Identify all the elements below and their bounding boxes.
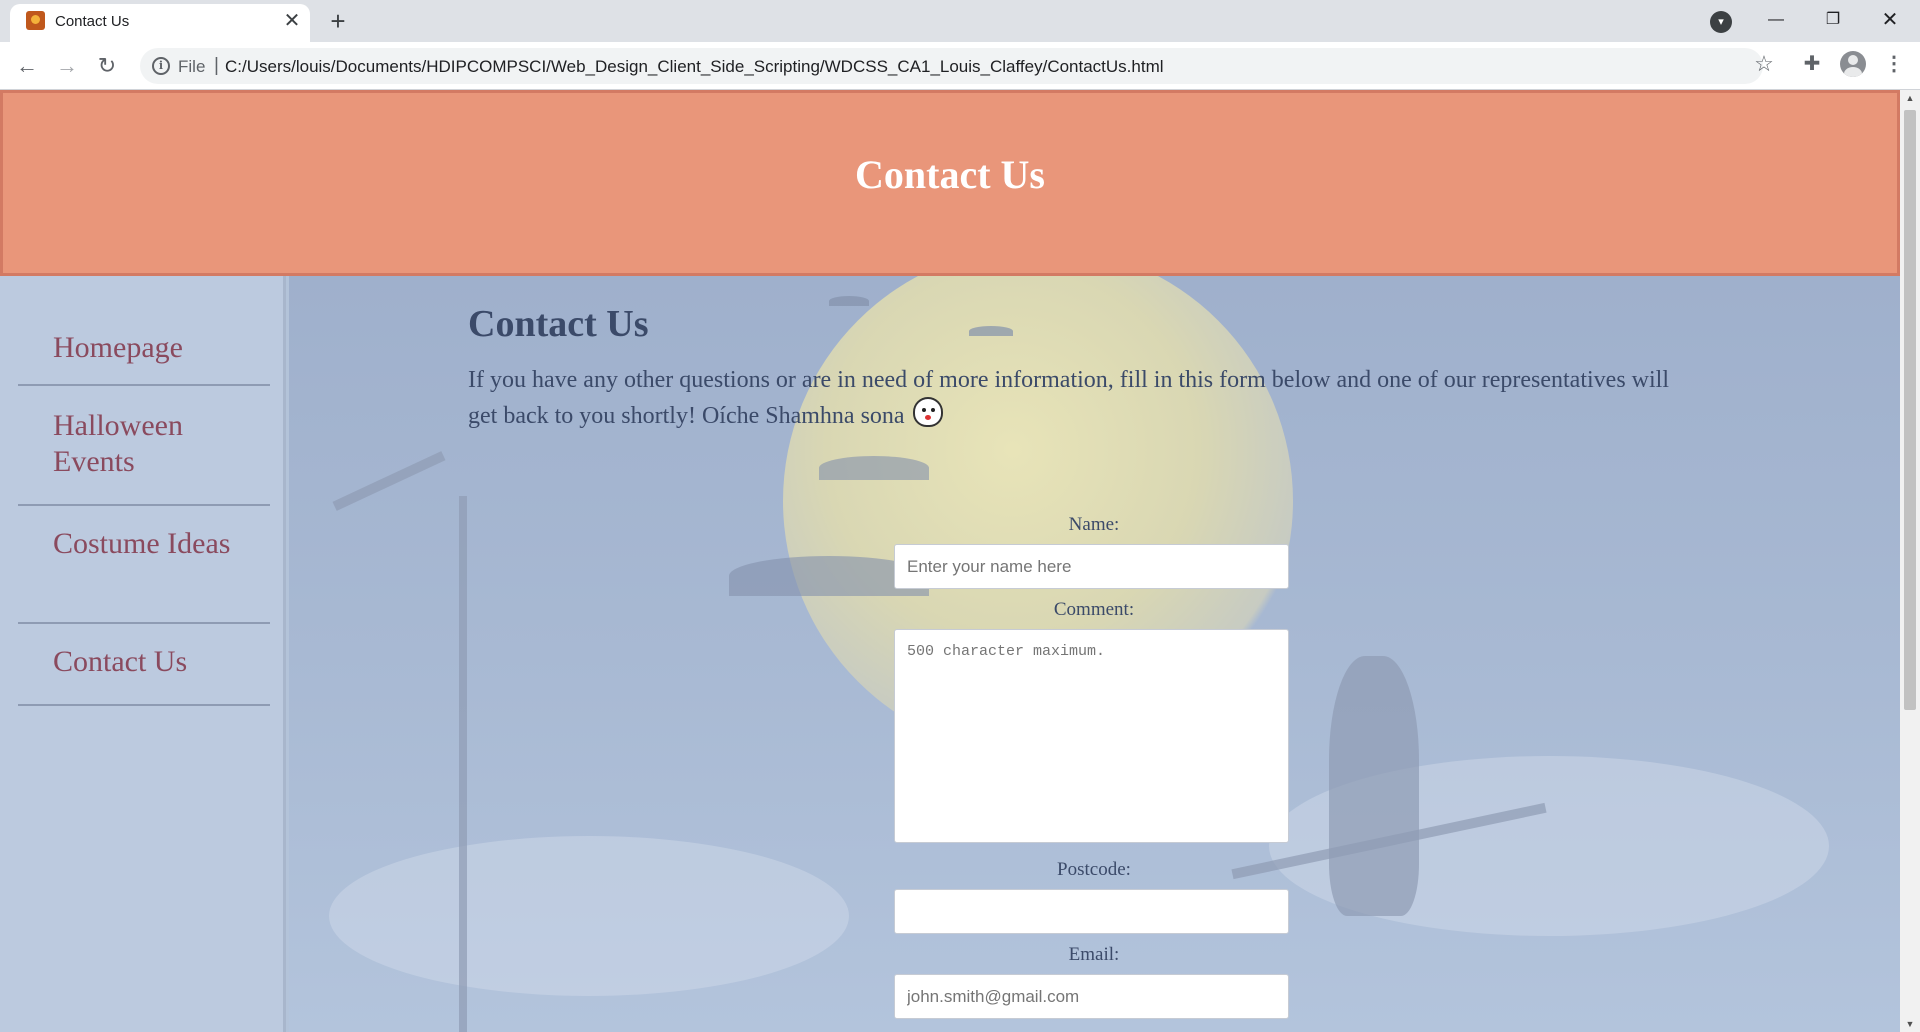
intro-text: If you have any other questions or are i… xyxy=(468,367,1669,429)
close-window-button[interactable]: ✕ xyxy=(1862,0,1918,40)
postcode-label: Postcode: xyxy=(1057,859,1131,880)
name-input[interactable] xyxy=(894,544,1289,589)
tab-search-icon[interactable]: ▾ xyxy=(1710,11,1732,33)
scroll-thumb[interactable] xyxy=(1904,110,1916,710)
url-text[interactable]: C:/Users/louis/Documents/HDIPCOMPSCI/Web… xyxy=(225,57,1164,77)
sidebar-item-costume-ideas[interactable]: Costume Ideas xyxy=(18,506,270,624)
scroll-down-arrow-icon[interactable]: ▼ xyxy=(1900,1016,1920,1032)
sidebar-item-homepage[interactable]: Homepage xyxy=(18,314,270,386)
page-viewport: Contact Us Homepage Halloween Events Cos… xyxy=(0,90,1900,1032)
cloud-decoration xyxy=(329,836,849,996)
bat-silhouette xyxy=(969,326,1013,336)
info-icon[interactable]: i xyxy=(152,57,170,75)
email-input[interactable] xyxy=(894,974,1289,1019)
sidebar-item-halloween-events[interactable]: Halloween Events xyxy=(18,388,270,506)
close-tab-icon[interactable]: ✕ xyxy=(282,11,302,31)
scroll-up-arrow-icon[interactable]: ▲ xyxy=(1900,90,1920,106)
witch-silhouette xyxy=(1329,656,1419,916)
comment-textarea[interactable] xyxy=(894,629,1289,843)
main-content: Contact Us If you have any other questio… xyxy=(289,276,1900,1032)
name-label: Name: xyxy=(1068,514,1120,535)
page-header: Contact Us xyxy=(0,90,1900,276)
bat-silhouette xyxy=(829,296,869,306)
page-title: Contact Us xyxy=(468,303,649,345)
reload-icon[interactable]: ↻ xyxy=(93,52,121,80)
tab-title: Contact Us xyxy=(55,13,130,30)
branch-silhouette xyxy=(332,451,446,511)
weathervane-silhouette xyxy=(459,496,467,1032)
email-label: Email: xyxy=(1068,944,1120,965)
header-title: Contact Us xyxy=(855,152,1045,197)
browser-tab[interactable]: Contact Us ✕ xyxy=(10,4,310,42)
ghost-icon xyxy=(912,397,943,427)
bat-silhouette xyxy=(819,456,929,480)
extensions-icon[interactable]: ✚ xyxy=(1800,52,1824,76)
star-icon[interactable]: ☆ xyxy=(1752,52,1776,76)
comment-label: Comment: xyxy=(1053,599,1135,620)
browser-toolbar: ← → ↻ i File | C:/Users/louis/Documents/… xyxy=(0,42,1920,90)
menu-icon[interactable]: ⋮ xyxy=(1882,52,1906,76)
url-separator: | xyxy=(214,55,219,76)
sidebar-nav: Homepage Halloween Events Costume Ideas … xyxy=(0,276,286,1032)
minimize-button[interactable]: — xyxy=(1748,0,1804,40)
address-bar[interactable]: i File | C:/Users/louis/Documents/HDIPCO… xyxy=(140,48,1763,84)
sidebar-item-contact-us[interactable]: Contact Us xyxy=(18,624,270,706)
pumpkin-favicon-icon xyxy=(26,11,45,30)
back-icon[interactable]: ← xyxy=(13,52,41,80)
new-tab-button[interactable]: + xyxy=(324,8,352,36)
page-scrollbar[interactable]: ▲ ▼ xyxy=(1900,90,1920,1032)
restore-button[interactable]: ❐ xyxy=(1805,0,1861,40)
url-scheme: File xyxy=(178,57,206,76)
postcode-input[interactable] xyxy=(894,889,1289,934)
avatar[interactable] xyxy=(1840,51,1866,77)
intro-paragraph: If you have any other questions or are i… xyxy=(468,364,1698,433)
tab-strip: Contact Us ✕ + ▾ — ❐ ✕ xyxy=(0,0,1920,42)
forward-icon[interactable]: → xyxy=(53,52,81,80)
